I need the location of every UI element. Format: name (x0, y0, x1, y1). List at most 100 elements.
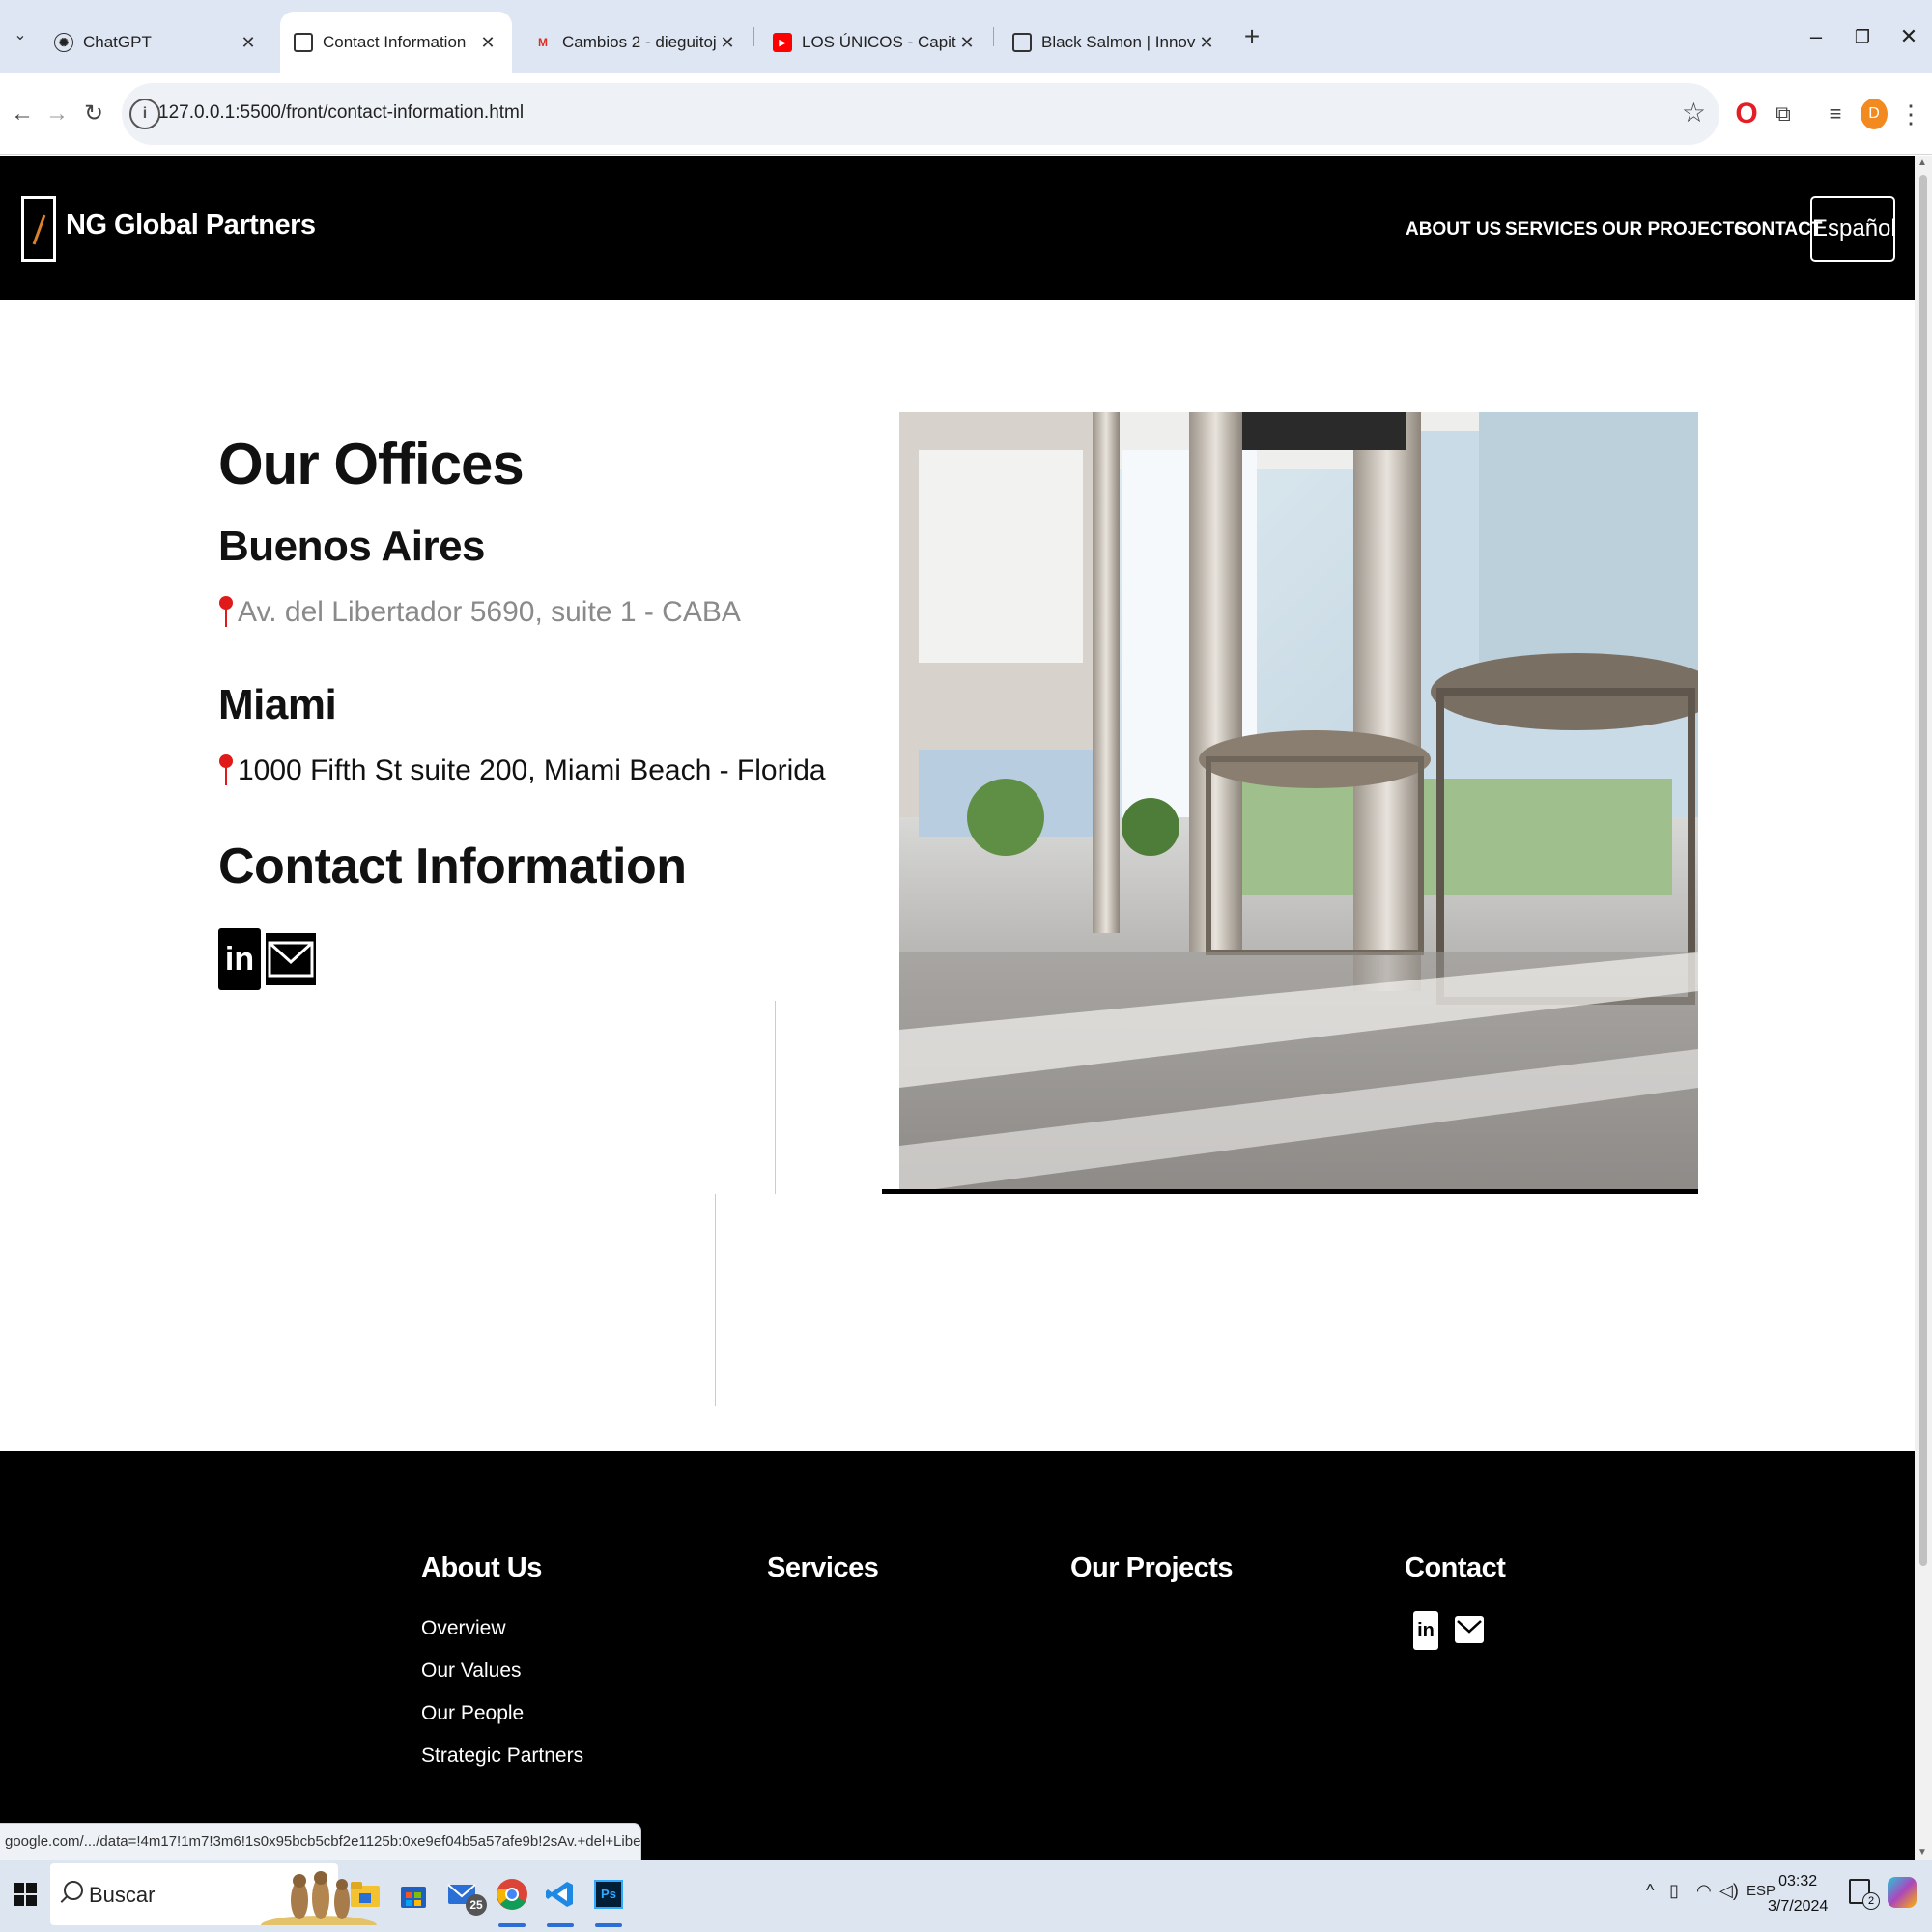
address-miami-link[interactable]: 1000 Fifth St suite 200, Miami Beach - F… (218, 754, 826, 787)
restore-icon[interactable]: ❐ (1843, 19, 1882, 54)
scroll-down-icon[interactable]: ▼ (1918, 1847, 1927, 1858)
divider-line (775, 1001, 776, 1194)
tab-separator (753, 27, 754, 46)
search-placeholder: Buscar (89, 1883, 156, 1907)
page-scrollbar[interactable]: ▲ ▼ (1915, 156, 1932, 1860)
opera-extension-icon[interactable]: O (1727, 95, 1766, 133)
reload-icon[interactable]: ↻ (77, 97, 110, 131)
photoshop-icon[interactable]: Ps (587, 1871, 630, 1927)
forward-arrow-icon[interactable]: → (41, 97, 73, 131)
tab-contact-information[interactable]: Contact Information ✕ (280, 12, 512, 73)
email-icon[interactable] (266, 933, 316, 985)
minimize-icon[interactable]: – (1797, 19, 1835, 54)
divider-gap (319, 1405, 715, 1407)
nav-our-projects[interactable]: OUR PROJECTS (1602, 219, 1747, 241)
tray-meet-icon[interactable]: ▯ (1669, 1881, 1679, 1901)
windows-start-icon[interactable] (14, 1883, 37, 1906)
search-icon (64, 1881, 83, 1900)
site-logo-icon[interactable] (21, 196, 56, 262)
tab-label: LOS ÚNICOS - Capitulo 3 - Seg (802, 33, 956, 51)
footer-projects-heading[interactable]: Our Projects (1070, 1552, 1234, 1584)
site-header: NG Global Partners ABOUT US SERVICES OUR… (0, 156, 1915, 300)
vscode-icon[interactable] (539, 1871, 582, 1927)
tab-label: Cambios 2 - dieguitojunin07@g (562, 33, 717, 51)
map-pin-icon (218, 596, 234, 629)
city-buenos-aires: Buenos Aires (218, 523, 486, 570)
tab-separator (993, 27, 994, 46)
address-buenos-aires-link[interactable]: Av. del Libertador 5690, suite 1 - CABA (218, 596, 741, 629)
wifi-icon[interactable]: ◠ (1696, 1881, 1712, 1901)
brand-name[interactable]: NG Global Partners (66, 210, 316, 242)
mail-badge: 25 (466, 1894, 487, 1916)
link-status-bubble: google.com/.../data=!4m17!1m7!3m6!1s0x95… (0, 1823, 641, 1860)
close-icon[interactable]: ✕ (956, 33, 978, 53)
clock-date: 3/7/2024 (1768, 1898, 1829, 1915)
clock-time: 03:32 (1778, 1873, 1818, 1889)
close-icon[interactable]: ✕ (238, 33, 259, 53)
browser-toolbar: ← → ↻ i 127.0.0.1:5500/front/contact-inf… (0, 73, 1932, 155)
nav-about-us[interactable]: ABOUT US (1406, 219, 1501, 241)
image-underline (882, 1189, 1698, 1194)
tab-youtube[interactable]: ▶ LOS ÚNICOS - Capitulo 3 - Seg ✕ (759, 12, 991, 73)
close-icon[interactable]: ✕ (1196, 33, 1217, 53)
footer-contact-heading[interactable]: Contact (1405, 1552, 1506, 1584)
scroll-up-icon[interactable]: ▲ (1918, 157, 1927, 168)
footer-link-our-values[interactable]: Our Values (421, 1660, 522, 1683)
taskbar-search-box[interactable]: Buscar (50, 1863, 377, 1925)
copilot-icon[interactable] (1888, 1877, 1917, 1908)
footer-services-heading[interactable]: Services (767, 1552, 879, 1584)
windows-taskbar: Buscar 25 Ps ^ ▯ ◠ ◁) ESP 03:32 3/7/2024 (0, 1860, 1932, 1932)
address-text[interactable]: 1000 Fifth St suite 200, Miami Beach - F… (238, 754, 826, 787)
address-bar[interactable]: i 127.0.0.1:5500/front/contact-informati… (122, 83, 1719, 145)
site-info-icon[interactable]: i (129, 99, 160, 129)
page-icon (294, 33, 313, 52)
close-icon[interactable]: ✕ (477, 33, 498, 53)
page-viewport: NG Global Partners ABOUT US SERVICES OUR… (0, 156, 1915, 1860)
divider-line (715, 1194, 716, 1406)
close-icon[interactable]: ✕ (717, 33, 738, 53)
page-icon (1012, 33, 1032, 52)
tab-chatgpt[interactable]: ✺ ChatGPT ✕ (41, 12, 272, 73)
media-controls-icon[interactable]: ≡ (1816, 95, 1855, 133)
office-lobby-image (899, 412, 1698, 1194)
chrome-icon[interactable] (491, 1871, 533, 1927)
tab-black-salmon[interactable]: Black Salmon | Innovative think ✕ (999, 12, 1231, 73)
extensions-puzzle-icon[interactable]: ⧉ (1764, 95, 1803, 133)
footer-link-overview[interactable]: Overview (421, 1617, 506, 1640)
tab-gmail[interactable]: M Cambios 2 - dieguitojunin07@g ✕ (520, 12, 752, 73)
gmail-icon: M (538, 36, 548, 49)
footer-email-icon[interactable] (1455, 1612, 1484, 1652)
system-clock[interactable]: 03:32 3/7/2024 (1768, 1869, 1828, 1919)
city-miami: Miami (218, 681, 337, 728)
tab-search-chevron-icon[interactable]: ⌄ (8, 21, 33, 50)
mail-icon[interactable]: 25 (442, 1871, 487, 1918)
microsoft-store-icon[interactable] (392, 1871, 435, 1918)
nav-services[interactable]: SERVICES (1505, 219, 1598, 241)
more-menu-icon[interactable]: ⋮ (1891, 95, 1930, 133)
nav-contact[interactable]: CONTACT (1734, 219, 1822, 241)
back-arrow-icon[interactable]: ← (6, 97, 39, 131)
map-pin-icon (218, 754, 234, 787)
site-footer: About Us Overview Our Values Our People … (0, 1451, 1915, 1860)
footer-link-our-people[interactable]: Our People (421, 1702, 524, 1725)
footer-linkedin-icon[interactable]: in (1413, 1611, 1438, 1650)
url-text[interactable]: 127.0.0.1:5500/front/contact-information… (158, 102, 524, 124)
footer-link-strategic-partners[interactable]: Strategic Partners (421, 1745, 583, 1768)
tab-label: ChatGPT (83, 33, 152, 51)
tab-label: Contact Information (323, 33, 467, 51)
linkedin-icon[interactable]: in (218, 928, 261, 990)
address-text[interactable]: Av. del Libertador 5690, suite 1 - CABA (238, 596, 741, 629)
footer-about-heading[interactable]: About Us (421, 1552, 542, 1584)
notifications-icon[interactable]: 2 (1849, 1879, 1880, 1910)
profile-avatar[interactable]: D (1861, 99, 1888, 129)
volume-icon[interactable]: ◁) (1719, 1881, 1739, 1901)
scrollbar-thumb[interactable] (1919, 175, 1927, 1566)
contact-information-heading: Contact Information (218, 838, 687, 895)
new-tab-button[interactable]: + (1238, 17, 1265, 56)
bookmark-star-icon[interactable]: ☆ (1682, 97, 1706, 128)
tray-overflow-chevron-icon[interactable]: ^ (1646, 1881, 1654, 1901)
language-toggle-button[interactable]: Español (1810, 196, 1896, 262)
close-window-icon[interactable]: ✕ (1889, 19, 1928, 54)
file-explorer-icon[interactable] (344, 1871, 386, 1918)
offices-heading: Our Offices (218, 432, 525, 497)
